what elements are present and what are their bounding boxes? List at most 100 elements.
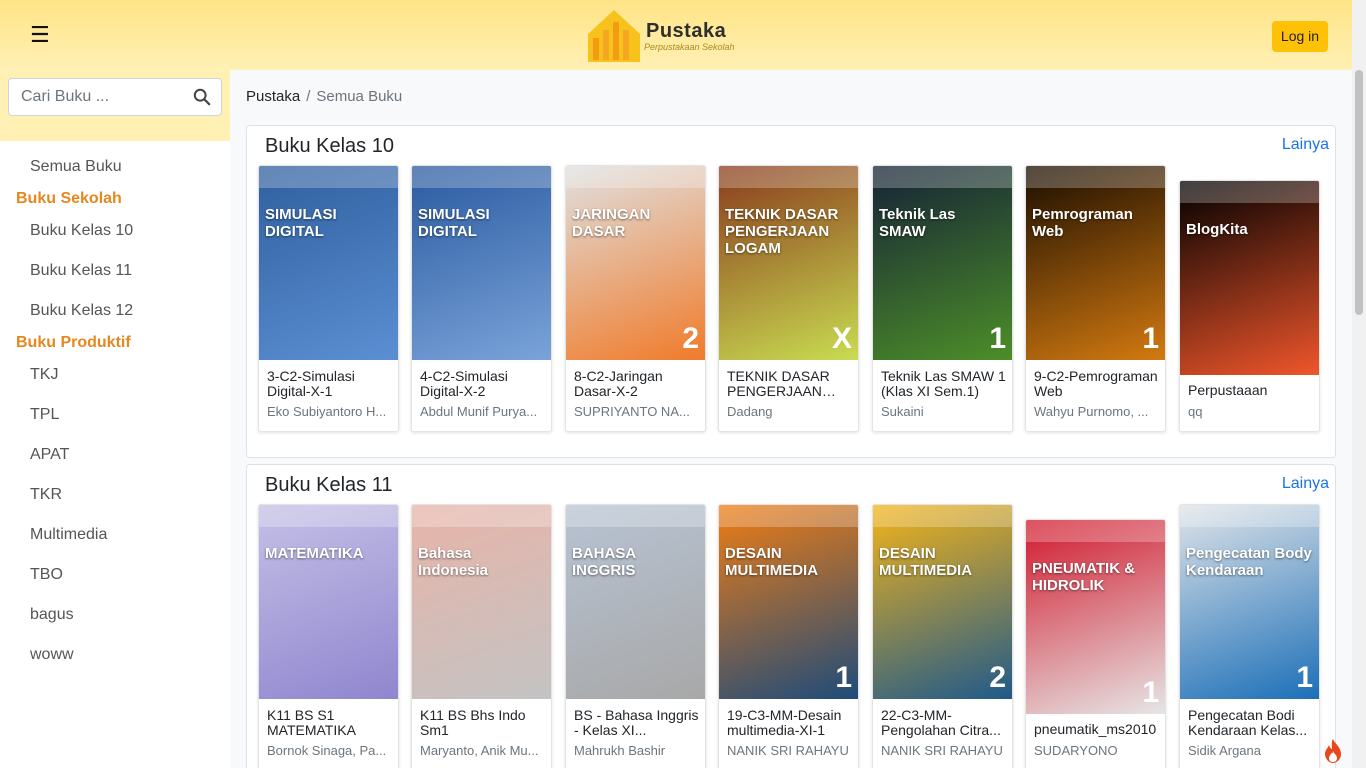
book-cover-image[interactable]: MATEMATIKA	[259, 505, 398, 699]
cover-header-band	[873, 166, 1012, 188]
book-card[interactable]: JARINGAN DASAR 2 8-C2-Jaringan Dasar-X-2 SU…	[565, 165, 706, 432]
book-title[interactable]: 3-C2-Simulasi Digital-X-1	[267, 369, 392, 399]
book-cover-image[interactable]: Pengecatan Body Kendaraan 1	[1180, 505, 1319, 699]
book-cover-image[interactable]: BlogKita	[1180, 181, 1319, 375]
book-title[interactable]: 4-C2-Simulasi Digital-X-2	[420, 369, 545, 399]
book-cover-image[interactable]: Pemrograman Web 1	[1026, 166, 1165, 360]
book-title[interactable]: 9-C2-Pemrograman Web	[1034, 369, 1159, 399]
cover-title-text: BAHASA INGGRIS	[572, 545, 636, 579]
site-logo[interactable]: Pustaka Perpustakaan Sekolah	[584, 4, 744, 66]
sidebar-item[interactable]: bagus	[30, 606, 74, 624]
cover-header-band	[566, 166, 705, 188]
book-cover-image[interactable]: DESAIN MULTIMEDIA 2	[873, 505, 1012, 699]
book-title[interactable]: Perpustaaan	[1188, 383, 1313, 398]
login-button[interactable]: Log in	[1272, 21, 1328, 52]
cover-title-text: Teknik Las SMAW	[879, 206, 956, 240]
book-card[interactable]: BlogKita Perpustaaan qq	[1179, 180, 1320, 432]
breadcrumb-separator: /	[306, 88, 311, 105]
sidebar-group-heading: Buku Produktif	[16, 334, 131, 351]
search-input[interactable]	[21, 79, 191, 115]
book-card[interactable]: BAHASA INGGRIS BS - Bahasa Inggris - Kela…	[565, 504, 706, 768]
sidebar-item[interactable]: TPL	[30, 406, 59, 424]
book-title[interactable]: BS - Bahasa Inggris - Kelas XI...	[574, 708, 699, 738]
sidebar: Semua Buku Buku Sekolah Buku Kelas 10 Buku …	[0, 70, 230, 768]
cover-title-text: DESAIN MULTIMEDIA	[725, 545, 819, 579]
fire-icon[interactable]	[1322, 738, 1344, 764]
book-cover-image[interactable]: JARINGAN DASAR 2	[566, 166, 705, 360]
sidebar-item[interactable]: Semua Buku	[30, 158, 122, 176]
book-title[interactable]: K11 BS S1 MATEMATIKA	[267, 708, 392, 738]
book-card[interactable]: Teknik Las SMAW 1 Teknik Las SMAW 1 (Klas …	[872, 165, 1013, 432]
cover-title-text: Bahasa Indonesia	[418, 545, 489, 579]
cover-title-text: PNEUMATIK & HIDROLIK	[1032, 560, 1136, 594]
book-author: Eko Subiyantoro H...	[267, 404, 387, 419]
section-more-link[interactable]: Lainya	[1282, 475, 1329, 493]
cover-volume-number: 2	[682, 322, 699, 355]
sidebar-item[interactable]: woww	[30, 646, 74, 664]
book-cover-image[interactable]: Teknik Las SMAW 1	[873, 166, 1012, 360]
sidebar-item[interactable]: Buku Kelas 10	[30, 222, 133, 240]
book-cover-image[interactable]: PNEUMATIK & HIDROLIK 1	[1026, 520, 1165, 714]
cover-header-band	[259, 166, 398, 188]
book-cover-image[interactable]: Bahasa Indonesia	[412, 505, 551, 699]
book-card[interactable]: Bahasa Indonesia K11 BS Bhs Indo Sm1 Marya…	[411, 504, 552, 768]
sidebar-item[interactable]: TKR	[30, 486, 62, 504]
book-title[interactable]: Pengecatan Bodi Kendaraan Kelas...	[1188, 708, 1313, 738]
search-icon[interactable]	[193, 88, 211, 106]
cover-volume-number: X	[831, 322, 852, 355]
book-author: NANIK SRI RAHAYU	[727, 743, 849, 758]
section-more-link[interactable]: Lainya	[1282, 136, 1329, 154]
book-title[interactable]: pneumatik_ms2010	[1034, 722, 1159, 737]
cover-title-text: Pemrograman Web	[1032, 206, 1133, 240]
book-author: Wahyu Purnomo, ...	[1034, 404, 1149, 419]
cover-volume-number: 2	[989, 661, 1006, 694]
book-title[interactable]: Teknik Las SMAW 1 (Klas XI Sem.1)	[881, 369, 1006, 399]
top-navbar: ☰ Pustaka Perpustakaan Sekolah Log in	[0, 0, 1352, 70]
book-cover-image[interactable]: BAHASA INGGRIS	[566, 505, 705, 699]
cover-title-text: DESAIN MULTIMEDIA	[879, 545, 973, 579]
book-card[interactable]: TEKNIK DASAR PENGERJAAN LOGAM X TEKNIK DAS…	[718, 165, 859, 432]
book-title[interactable]: 8-C2-Jaringan Dasar-X-2	[574, 369, 699, 399]
book-card[interactable]: PNEUMATIK & HIDROLIK 1 pneumatik_ms2010 SUD…	[1025, 519, 1166, 768]
book-cover-image[interactable]: DESAIN MULTIMEDIA 1	[719, 505, 858, 699]
book-cover-image[interactable]: TEKNIK DASAR PENGERJAAN LOGAM X	[719, 166, 858, 360]
book-card[interactable]: Pengecatan Body Kendaraan 1 Pengecatan Bod…	[1179, 504, 1320, 768]
cover-title-text: BlogKita	[1186, 221, 1248, 238]
hamburger-menu-icon[interactable]: ☰	[30, 22, 52, 48]
cover-title-text: TEKNIK DASAR PENGERJAAN LOGAM	[725, 206, 839, 257]
book-card[interactable]: DESAIN MULTIMEDIA 1 19-C3-MM-Desain multim…	[718, 504, 859, 768]
breadcrumb-home[interactable]: Pustaka	[246, 88, 300, 105]
cover-header-band	[873, 505, 1012, 527]
book-card[interactable]: Pemrograman Web 1 9-C2-Pemrograman Web Wahy…	[1025, 165, 1166, 432]
book-author: Abdul Munif Purya...	[420, 404, 538, 419]
sidebar-item[interactable]: TKJ	[30, 366, 58, 384]
cover-volume-number: 1	[835, 661, 852, 694]
sidebar-item[interactable]: Buku Kelas 11	[30, 262, 132, 280]
book-card[interactable]: MATEMATIKA K11 BS S1 MATEMATIKA Bornok Sin…	[258, 504, 399, 768]
book-title[interactable]: TEKNIK DASAR PENGERJAAN LOGAM	[727, 369, 852, 399]
book-author: SUDARYONO	[1034, 743, 1118, 758]
search-box[interactable]	[8, 78, 222, 116]
cover-header-band	[412, 505, 551, 527]
book-author: Maryanto, Anik Mu...	[420, 743, 539, 758]
page-scrollbar[interactable]	[1352, 0, 1366, 768]
book-cover-image[interactable]: SIMULASI DIGITAL	[259, 166, 398, 360]
book-title[interactable]: K11 BS Bhs Indo Sm1	[420, 708, 545, 738]
scrollbar-thumb[interactable]	[1355, 70, 1363, 315]
sidebar-item[interactable]: TBO	[30, 566, 63, 584]
book-title[interactable]: 19-C3-MM-Desain multimedia-XI-1	[727, 708, 852, 738]
sidebar-item[interactable]: Buku Kelas 12	[30, 302, 133, 320]
book-card[interactable]: SIMULASI DIGITAL 3-C2-Simulasi Digital-X-…	[258, 165, 399, 432]
logo-subtitle: Perpustakaan Sekolah	[644, 42, 735, 52]
sidebar-item[interactable]: Multimedia	[30, 526, 107, 544]
book-card[interactable]: DESAIN MULTIMEDIA 2 22-C3-MM-Pengolahan Ci…	[872, 504, 1013, 768]
cover-title-text: SIMULASI DIGITAL	[265, 206, 337, 240]
book-title[interactable]: 22-C3-MM-Pengolahan Citra...	[881, 708, 1006, 738]
book-card[interactable]: SIMULASI DIGITAL 4-C2-Simulasi Digital-X-…	[411, 165, 552, 432]
cover-title-text: JARINGAN DASAR	[572, 206, 651, 240]
book-cover-image[interactable]: SIMULASI DIGITAL	[412, 166, 551, 360]
book-author: qq	[1188, 404, 1203, 419]
sidebar-item[interactable]: APAT	[30, 446, 69, 464]
breadcrumb-current: Semua Buku	[316, 88, 403, 105]
cover-header-band	[259, 505, 398, 527]
